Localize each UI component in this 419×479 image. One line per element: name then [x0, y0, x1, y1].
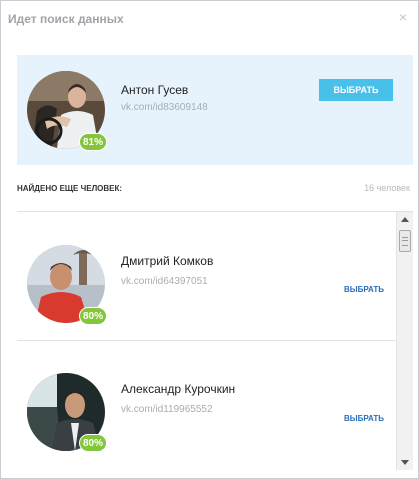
profile-link[interactable]: vk.com/id64397051 [121, 276, 208, 287]
match-percent-badge: 81% [79, 133, 107, 151]
list-item: 80% Дмитрий Комков vk.com/id64397051 ВЫБ… [17, 212, 396, 340]
found-count: 16 человек [364, 183, 410, 193]
match-percent-badge: 80% [79, 307, 107, 325]
arrow-up-icon[interactable] [401, 217, 409, 222]
scrollbar-thumb[interactable] [399, 230, 411, 252]
dialog-title: Идет поиск данных [8, 12, 124, 26]
match-percent-badge: 80% [79, 434, 107, 452]
profile-link[interactable]: vk.com/id119965552 [121, 404, 213, 415]
results-list: 80% Дмитрий Комков vk.com/id64397051 ВЫБ… [17, 212, 413, 470]
select-button[interactable]: ВЫБРАТЬ [344, 414, 384, 423]
profile-link[interactable]: vk.com/id83609148 [121, 102, 208, 113]
person-name: Антон Гусев [121, 83, 189, 97]
select-button[interactable]: ВЫБРАТЬ [344, 285, 384, 294]
found-more-label: НАЙДЕНО ЕЩЕ ЧЕЛОВЕК: [17, 184, 123, 193]
top-match-card: 81% Антон Гусев vk.com/id83609148 ВЫБРАТ… [17, 55, 413, 165]
select-button[interactable]: ВЫБРАТЬ [319, 79, 393, 101]
list-item: 80% Александр Курочкин vk.com/id11996555… [17, 341, 396, 469]
search-dialog: Идет поиск данных × 81% Антон Гусев vk.c… [0, 0, 419, 479]
person-name: Александр Курочкин [121, 382, 236, 396]
scrollbar[interactable] [396, 212, 413, 470]
person-name: Дмитрий Комков [121, 254, 214, 268]
close-icon[interactable]: × [399, 10, 407, 24]
arrow-down-icon[interactable] [401, 460, 409, 465]
